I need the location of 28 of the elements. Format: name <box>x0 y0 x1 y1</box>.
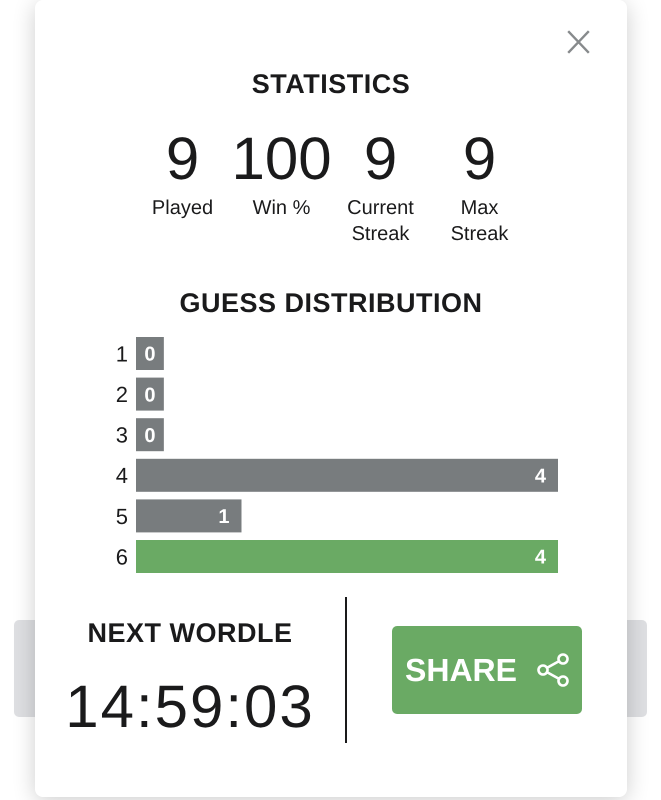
stat-value: 100 <box>231 127 332 191</box>
guess-distribution-heading: GUESS DISTRIBUTION <box>179 287 483 319</box>
share-icon <box>537 653 569 687</box>
share-button[interactable]: SHARE <box>392 626 582 714</box>
guess-number-label: 3 <box>116 422 128 448</box>
guess-number-label: 6 <box>116 544 128 570</box>
bar-value-label: 0 <box>144 344 156 366</box>
bar-value-label: 0 <box>144 424 156 447</box>
guess-number-label: 4 <box>116 463 128 488</box>
stat-label: Max Streak <box>450 196 510 247</box>
close-icon <box>567 30 590 54</box>
countdown-timer: 14:59:03 <box>65 675 315 739</box>
bar-value-label: 4 <box>534 466 546 488</box>
bar-value-label: 4 <box>534 546 546 569</box>
bar-value-label: 0 <box>144 384 156 406</box>
stat-value: 9 <box>364 127 398 191</box>
stat-value: 9 <box>462 127 496 191</box>
bar-value-label: 1 <box>218 506 230 528</box>
close-button[interactable] <box>567 30 590 54</box>
statistics-heading: STATISTICS <box>252 68 410 100</box>
stat-label: Current Streak <box>346 196 415 247</box>
next-wordle-heading: NEXT WORDLE <box>88 617 292 649</box>
guess-number-label: 2 <box>116 382 128 407</box>
guess-number-label: 1 <box>116 341 128 366</box>
stat-value: 9 <box>166 127 200 191</box>
guess-number-label: 5 <box>116 504 128 529</box>
stat-label: Played <box>150 196 214 221</box>
stat-label: Win % <box>252 196 312 221</box>
